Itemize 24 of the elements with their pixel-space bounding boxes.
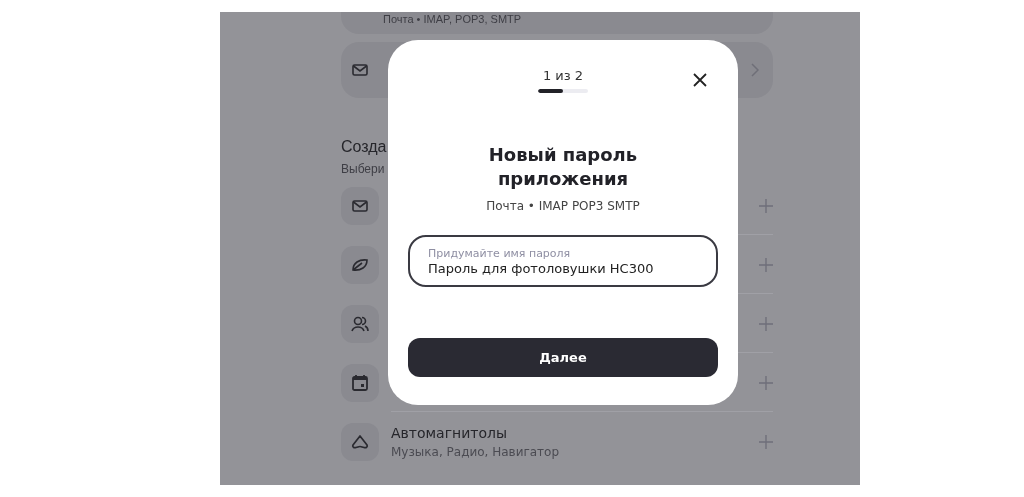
plus-icon[interactable]	[759, 257, 773, 272]
step-counter: 1 из 2	[542, 68, 584, 83]
plus-icon[interactable]	[759, 375, 773, 390]
list-item-subtitle: Музыка, Радио, Навигатор	[391, 444, 561, 459]
list-item-title: Автомагнитолы	[391, 424, 509, 441]
leaf-icon	[341, 245, 379, 284]
plus-icon[interactable]	[759, 198, 773, 213]
dialog-title: Новый пароль приложения	[487, 143, 639, 191]
next-button[interactable]: Далее	[408, 338, 718, 377]
plus-icon[interactable]	[759, 434, 773, 449]
triangle-icon	[341, 422, 379, 461]
dialog-subtitle: Почта • IMAP POP3 SMTP	[486, 199, 640, 213]
chevron-right-icon	[751, 63, 759, 77]
calendar-icon	[341, 363, 379, 402]
field-label: Придумайте имя пароля	[428, 246, 572, 261]
mail-icon	[341, 186, 379, 225]
section-subtitle: Выбери	[341, 162, 385, 176]
plus-icon[interactable]	[759, 316, 773, 331]
close-button[interactable]	[692, 72, 708, 88]
card-subtitle: Почта • IMAP, POP3, SMTP	[383, 13, 522, 26]
section-title: Созда	[341, 138, 387, 156]
input-field[interactable]: Пароль для фотоловушки HC300	[428, 260, 698, 276]
password-name-field[interactable]: Придумайте имя пароля Пароль для фотоловушки HC300	[408, 235, 718, 287]
people-icon	[341, 304, 379, 343]
